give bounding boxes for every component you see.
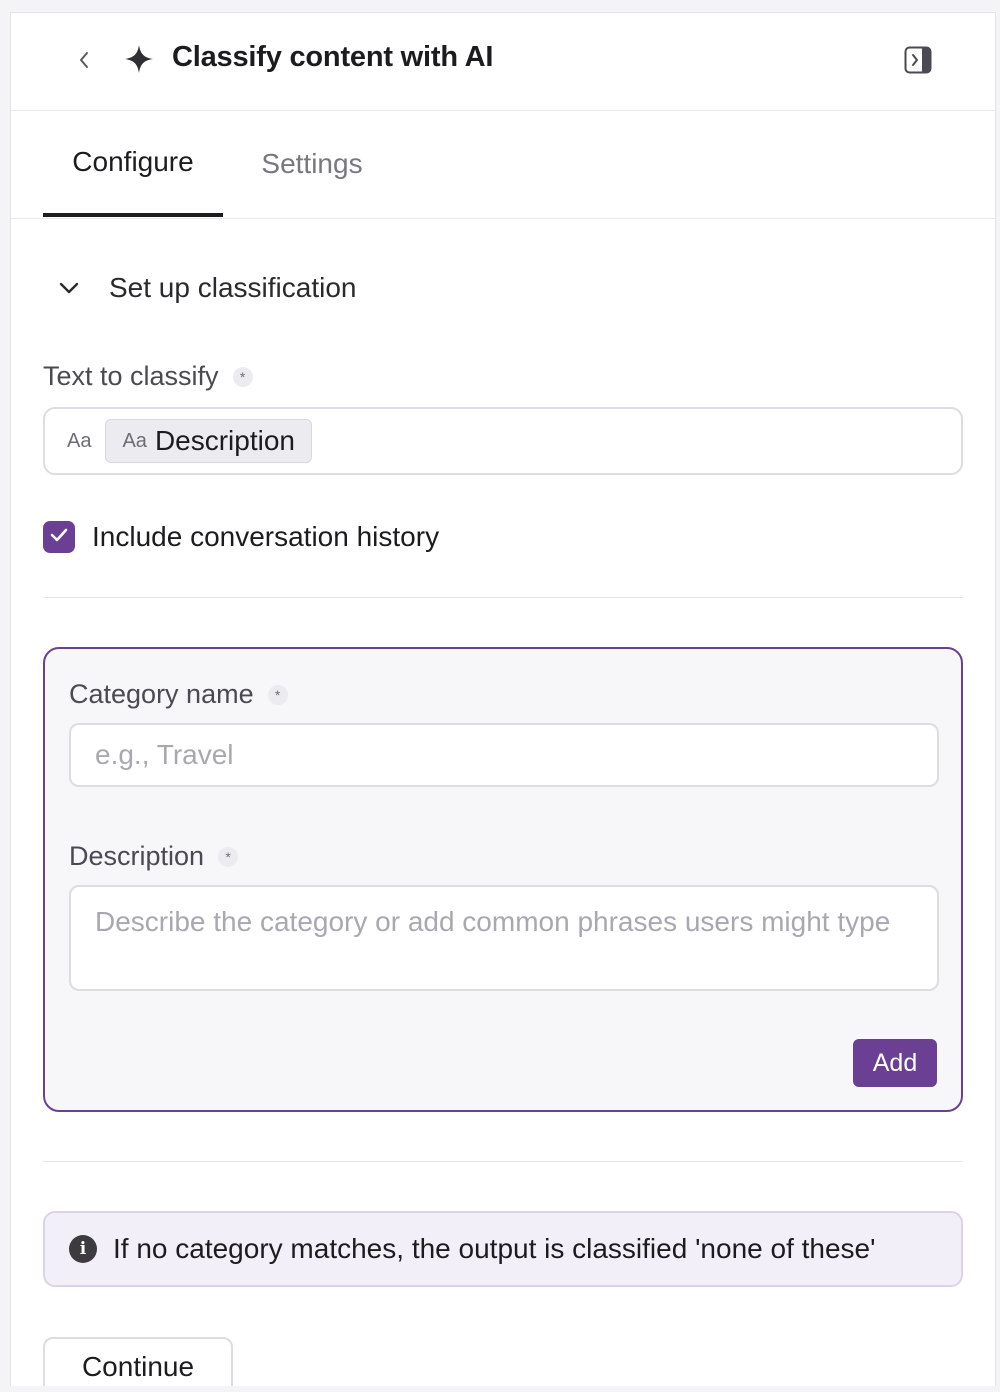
category-name-input[interactable] <box>69 723 939 787</box>
description-label: Description * <box>69 841 239 872</box>
include-history-row[interactable]: Include conversation history <box>43 519 439 555</box>
section-toggle-setup[interactable]: Set up classification <box>51 263 356 313</box>
section-title: Set up classification <box>109 272 357 303</box>
description-input[interactable] <box>69 885 939 991</box>
panel-header: Classify content with AI <box>11 13 995 111</box>
text-to-classify-input[interactable]: Aa Aa Description <box>43 407 963 475</box>
text-type-icon: Aa <box>122 429 147 452</box>
text-to-classify-label: Text to classify * <box>43 361 253 392</box>
required-icon: * <box>218 846 239 867</box>
page-title: Classify content with AI <box>172 41 494 73</box>
include-history-checkbox[interactable] <box>43 521 75 553</box>
classify-panel: Classify content with AI Configure Setti… <box>10 12 996 1386</box>
info-text: If no category matches, the output is cl… <box>113 1233 876 1264</box>
sidebar-toggle-icon <box>904 46 932 79</box>
tab-bar: Configure Settings <box>11 111 995 219</box>
chip-label: Description <box>154 425 295 456</box>
include-history-label: Include conversation history <box>92 521 440 552</box>
back-button[interactable] <box>71 45 97 79</box>
panel-toggle-button[interactable] <box>903 46 933 79</box>
required-icon: * <box>232 366 253 387</box>
category-card: Category name * Description * Add <box>43 647 963 1112</box>
field-label-text: Category name <box>69 679 254 709</box>
variable-chip-description[interactable]: Aa Description <box>105 419 312 463</box>
add-category-button[interactable]: Add <box>853 1039 937 1087</box>
continue-button[interactable]: Continue <box>43 1337 233 1386</box>
text-type-icon: Aa <box>67 429 92 452</box>
checkmark-icon <box>49 527 69 548</box>
required-icon: * <box>267 684 288 705</box>
tab-settings[interactable]: Settings <box>237 111 387 217</box>
chevron-left-icon <box>77 50 91 75</box>
info-icon: i <box>69 1235 97 1263</box>
field-label-text: Text to classify <box>43 361 219 391</box>
field-label-text: Description <box>69 841 205 871</box>
sparkle-icon <box>123 43 155 75</box>
chevron-down-icon <box>51 281 87 295</box>
info-banner: i If no category matches, the output is … <box>43 1211 963 1287</box>
category-name-label: Category name * <box>69 679 288 710</box>
divider <box>43 1161 963 1162</box>
divider <box>43 597 963 598</box>
tab-configure[interactable]: Configure <box>43 111 223 217</box>
